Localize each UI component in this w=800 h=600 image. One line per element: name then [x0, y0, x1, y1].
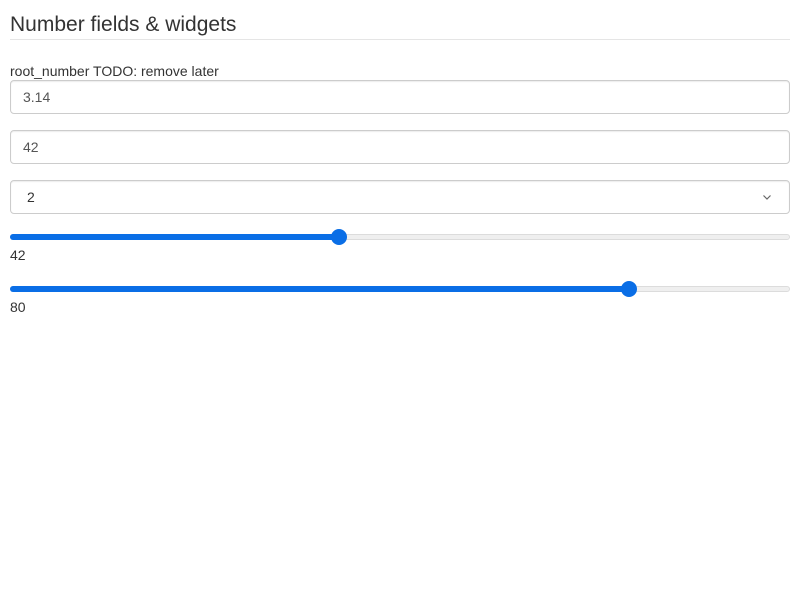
range-thumb[interactable] [621, 281, 638, 297]
chevron-down-icon [763, 195, 771, 200]
number-select[interactable]: 2 [10, 180, 790, 214]
range-slider-2[interactable] [10, 281, 790, 297]
range-fill [10, 234, 339, 240]
number-select-value: 2 [27, 189, 35, 205]
number-field-label: root_number TODO: remove later [10, 63, 219, 79]
range-thumb[interactable] [330, 229, 347, 245]
number-input-value: 3.14 [23, 89, 51, 105]
range-fill [10, 286, 630, 292]
range-1-value: 42 [10, 247, 26, 263]
section-legend: Number fields & widgets [10, 12, 790, 40]
integer-input-value: 42 [23, 139, 39, 155]
integer-input[interactable]: 42 [10, 130, 790, 164]
number-input[interactable]: 3.14 [10, 80, 790, 114]
range-2-value: 80 [10, 299, 26, 315]
range-slider-1[interactable] [10, 229, 790, 245]
form: Number fields & widgets root_number TODO… [10, 12, 790, 315]
